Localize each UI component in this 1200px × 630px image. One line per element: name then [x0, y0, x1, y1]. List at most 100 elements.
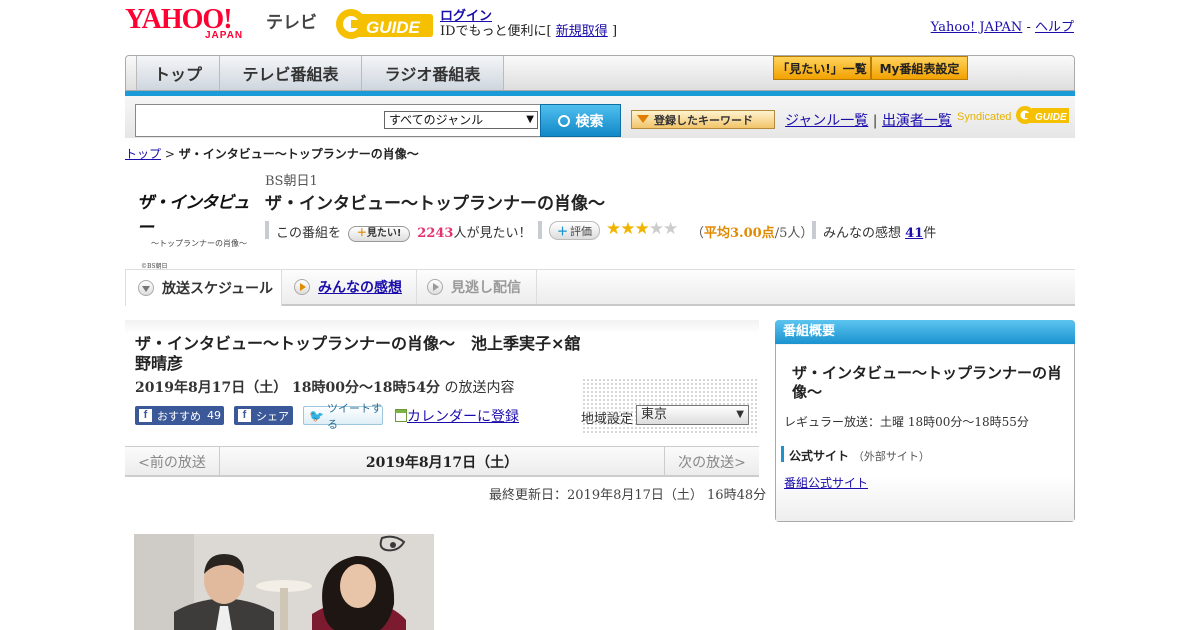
chevron-down-icon: ▼ [736, 409, 744, 420]
search-button[interactable]: 検索 [540, 104, 621, 137]
divider [812, 221, 816, 239]
cast-list-link[interactable]: 出演者一覧 [882, 113, 952, 129]
fb-share-label: シェア [256, 409, 289, 423]
official-site-note: （外部サイト） [852, 450, 930, 463]
genre-select[interactable]: すべてのジャンル ▼ [384, 111, 538, 129]
search-icon [557, 114, 570, 127]
facebook-icon: f [139, 409, 152, 422]
review-stats: みんなの感想 41件 [823, 222, 936, 241]
want-stats: この番組を ＋見たい! 2243人が見たい！ [276, 222, 532, 242]
episode-photo [134, 534, 434, 630]
genre-select-value: すべてのジャンル [389, 113, 484, 127]
facebook-share-button[interactable]: f シェア [234, 406, 293, 425]
episode-date-value: 2019年8月17日（土） 18時00分～18時54分 [135, 380, 440, 396]
nav-tab-tv[interactable]: テレビ番組表 [220, 56, 362, 90]
yahoo-logo-japan: JAPAN [205, 30, 244, 41]
tab-schedule[interactable]: 放送スケジュール [125, 270, 282, 306]
rating-button-label: 評価 [570, 224, 592, 238]
episode-date-suffix: の放送内容 [444, 380, 515, 396]
want-list-button[interactable]: 「見たい!」一覧 [773, 56, 871, 80]
want-suffix: 人が見たい！ [453, 226, 532, 241]
signup-link[interactable]: 新規取得 [556, 24, 608, 39]
sidebar-program-title: ザ・インタビュー～トップランナーの肖像～ [792, 364, 1063, 401]
my-schedule-button[interactable]: My番組表設定 [871, 56, 968, 80]
top-links: Yahoo! JAPAN - ヘルプ [931, 16, 1074, 35]
program-logo: ザ・インタビュー ～トップランナーの肖像～ ©BS朝日 [137, 180, 250, 270]
yahoo-japan-link[interactable]: Yahoo! JAPAN [931, 20, 1023, 35]
syndicated-text: Syndicated [957, 111, 1012, 123]
breadcrumb: トップ > ザ・インタビュー～トップランナーの肖像～ [125, 145, 419, 162]
rating-button[interactable]: ＋ 評価 [549, 221, 600, 240]
plus-icon: ＋ [356, 227, 367, 239]
rating-stars: ★★★★★ [606, 219, 678, 239]
keyword-button-label: 登録したキーワード [654, 113, 753, 127]
svg-text:GUIDE: GUIDE [1035, 112, 1067, 123]
twitter-icon: 🐦 [309, 408, 324, 423]
want-button[interactable]: ＋見たい! [348, 225, 411, 242]
next-broadcast-link[interactable]: 次の放送> [664, 446, 759, 477]
official-site-heading: 公式サイト （外部サイト） [789, 447, 930, 464]
yahoo-logo[interactable]: YAHOO! JAPAN [125, 6, 261, 42]
calendar-link: カレンダーに登録 [407, 409, 519, 425]
nav-tab-radio[interactable]: ラジオ番組表 [362, 56, 504, 90]
fb-recommend-label: おすすめ [157, 409, 201, 423]
tab-schedule-label: 放送スケジュール [162, 281, 274, 297]
breadcrumb-sep: > [161, 147, 179, 161]
genre-list-link[interactable]: ジャンル一覧 [785, 113, 868, 129]
calendar-icon [395, 409, 407, 422]
avg-score: 平均3.00点 [704, 226, 775, 241]
keyword-button[interactable]: 登録したキーワード [631, 110, 775, 129]
episode-title: ザ・インタビュー～トップランナーの肖像～ 池上季実子×舘野晴彦 [135, 334, 581, 373]
review-label: みんなの感想 [823, 226, 902, 241]
id-promo: IDでもっと便利に[ 新規取得 ] [440, 20, 617, 39]
calendar-register[interactable]: カレンダーに登録 [395, 406, 519, 426]
tab-vod: 見逃し配信 [417, 270, 537, 304]
prev-broadcast-link[interactable]: <前の放送 [125, 446, 220, 477]
star-filled-icon: ★ [620, 219, 635, 239]
program-title: ザ・インタビュー～トップランナーの肖像～ [265, 194, 605, 214]
star-filled-icon: ★ [606, 219, 621, 239]
facebook-icon: f [238, 409, 251, 422]
gguide-small-logo: GUIDE [1015, 106, 1069, 124]
gguide-logo[interactable]: GUIDE [334, 6, 434, 42]
review-count-link[interactable]: 41 [905, 226, 923, 241]
id-promo-text: IDでもっと便利に[ [440, 24, 552, 39]
tweet-button[interactable]: 🐦 ツイートする [303, 402, 383, 431]
tab-reviews-label: みんなの感想 [318, 280, 402, 296]
tab-reviews[interactable]: みんなの感想 [282, 270, 417, 304]
official-site-link[interactable]: 番組公式サイト [784, 476, 868, 490]
official-bar [781, 446, 784, 462]
star-empty-icon: ★ [648, 219, 664, 239]
search-button-label: 検索 [575, 113, 604, 130]
plus-icon: ＋ [557, 224, 568, 238]
genre-links-divider: | [872, 113, 878, 129]
sidebar-heading: 番組概要 [775, 320, 1075, 344]
facebook-recommend-button[interactable]: f おすすめ 49 [135, 406, 224, 425]
fb-recommend-count: 49 [207, 409, 221, 422]
divider [265, 221, 269, 239]
gguide-text: GUIDE [366, 18, 421, 37]
region-select[interactable]: 東京 ▼ [636, 405, 749, 425]
divider [538, 221, 542, 239]
tweet-label: ツイートする [326, 401, 382, 431]
tab-vod-label: 見逃し配信 [451, 280, 521, 296]
chevron-down-icon: ▼ [526, 114, 534, 125]
program-logo-sub: ～トップランナーの肖像～ [151, 239, 247, 248]
program-subtabs: 放送スケジュール みんなの感想 見逃し配信 [125, 270, 1075, 306]
play-icon [294, 279, 310, 295]
breadcrumb-top[interactable]: トップ [125, 147, 161, 161]
channel-name: BS朝日1 [265, 174, 318, 189]
star-filled-icon: ★ [634, 219, 650, 239]
want-button-label: 見たい! [366, 227, 402, 239]
rating-average: （平均3.00点/5人） [691, 222, 813, 241]
want-prefix: この番組を [276, 226, 342, 241]
region-label: 地域設定 [581, 412, 634, 427]
episode-date: 2019年8月17日（土） 18時00分～18時54分 の放送内容 [135, 377, 514, 397]
help-link[interactable]: ヘルプ [1035, 20, 1074, 35]
want-count: 2243 [417, 226, 454, 241]
nav-tab-top[interactable]: トップ [136, 56, 220, 90]
syndicated-badge: Syndicated GUIDE [957, 104, 1071, 126]
regular-broadcast: レギュラー放送：土曜 18時00分～18時55分 [784, 415, 1029, 429]
play-icon [427, 279, 443, 295]
pager-date: 2019年8月17日（土） [365, 454, 519, 471]
